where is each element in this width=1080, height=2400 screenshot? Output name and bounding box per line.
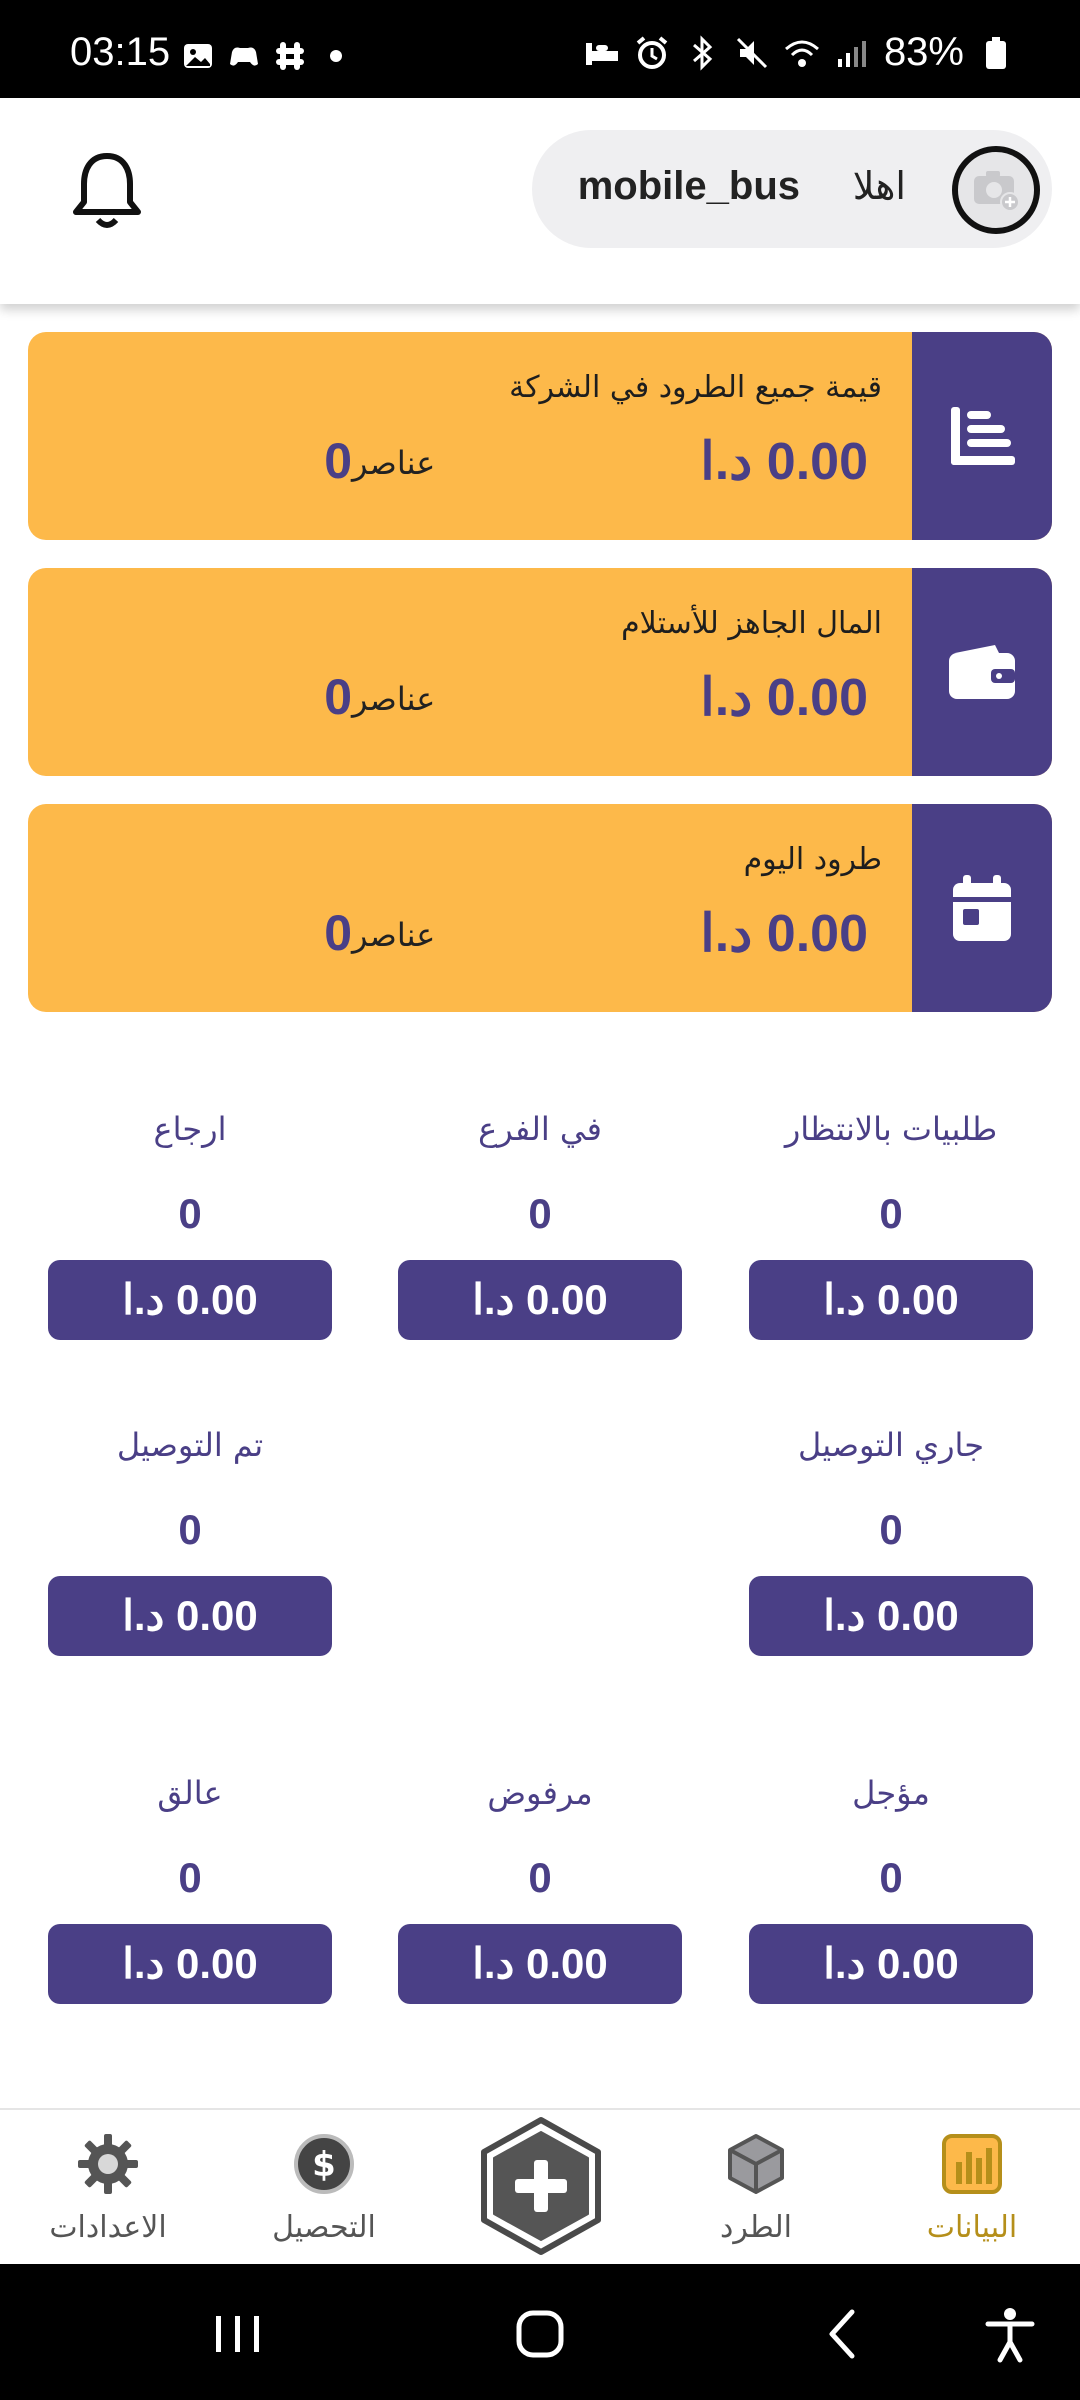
stats-icon — [942, 2134, 1002, 2194]
sleep-icon — [585, 42, 618, 65]
box-icon — [728, 2134, 784, 2194]
stat-label: جاري التوصيل — [797, 1426, 985, 1464]
system-icons: 83% — [584, 30, 1014, 75]
stat-label: في الفرع — [478, 1110, 602, 1148]
card-amount: 0.00 د.ا — [700, 905, 868, 963]
stat-stuck: عالق 0 0.00 د.ا — [48, 1774, 332, 2004]
stat-amount-button[interactable]: 0.00 د.ا — [48, 1260, 332, 1340]
summary-card-ready-money[interactable]: المال الجاهز للأستلام 0.00 د.ا 0 عناصر — [28, 568, 1052, 776]
card-icon-panel — [912, 332, 1052, 540]
add-photo-icon — [974, 171, 1020, 212]
stat-label: عالق — [157, 1774, 223, 1812]
avatar[interactable] — [952, 146, 1040, 234]
card-items-label: عناصر — [352, 680, 436, 718]
stat-count: 0 — [879, 1190, 903, 1237]
card-items-count: 0 — [324, 905, 352, 961]
nav-collection[interactable]: $ التحصيل — [234, 2124, 414, 2264]
alarm-icon — [636, 35, 668, 69]
card-amount: 0.00 د.ا — [700, 669, 868, 727]
stat-amount-button[interactable]: 0.00 د.ا — [48, 1924, 332, 2004]
recents-icon[interactable] — [208, 2304, 268, 2364]
card-icon-panel — [912, 568, 1052, 776]
stat-delivered: تم التوصيل 0 0.00 د.ا — [48, 1426, 332, 1656]
card-items-label: عناصر — [352, 444, 436, 482]
wifi-icon — [784, 40, 819, 67]
nav-data[interactable]: البيانات — [882, 2124, 1062, 2264]
username: mobile_bus — [577, 164, 800, 208]
status-time: 03:15 — [70, 30, 171, 74]
card-items-count: 0 — [324, 433, 352, 489]
nav-label: التحصيل — [272, 2210, 376, 2245]
game-icon — [228, 40, 260, 72]
dot-icon — [320, 40, 352, 72]
svg-text:$: $ — [312, 2145, 336, 2185]
stat-count: 0 — [879, 1506, 903, 1553]
stat-count: 0 — [178, 1854, 202, 1901]
slack-icon — [274, 40, 306, 72]
back-icon[interactable] — [814, 2304, 874, 2364]
home-icon[interactable] — [510, 2304, 570, 2364]
bell-icon[interactable] — [68, 150, 146, 232]
stat-label: طلبيات بالانتظار — [784, 1110, 998, 1148]
stat-returned: ارجاع 0 0.00 د.ا — [48, 1110, 332, 1340]
bluetooth-icon — [692, 34, 713, 71]
stat-label: مرفوض — [487, 1774, 593, 1812]
profile-pill[interactable]: mobile_bus اهلا — [532, 130, 1052, 248]
nav-label: الاعدادات — [49, 2210, 167, 2245]
stat-pending: طلبيات بالانتظار 0 0.00 د.ا — [749, 1110, 1033, 1340]
stat-count: 0 — [178, 1506, 202, 1553]
card-items-count: 0 — [324, 669, 352, 725]
signal-icon — [837, 40, 866, 67]
gallery-icon — [182, 40, 214, 72]
stat-delivering: جاري التوصيل 0 0.00 د.ا — [749, 1426, 1033, 1656]
stat-amount-button[interactable]: 0.00 د.ا — [749, 1924, 1033, 2004]
gear-icon — [78, 2134, 138, 2194]
stat-amount-button[interactable]: 0.00 د.ا — [398, 1260, 682, 1340]
system-navigation — [0, 2264, 1080, 2400]
stat-amount-button[interactable]: 0.00 د.ا — [749, 1260, 1033, 1340]
summary-card-total-value[interactable]: قيمة جميع الطرود في الشركة 0.00 د.ا 0 عن… — [28, 332, 1052, 540]
stat-rejected: مرفوض 0 0.00 د.ا — [398, 1774, 682, 2004]
card-amount: 0.00 د.ا — [700, 433, 868, 491]
nav-label: البيانات — [926, 2210, 1018, 2245]
summary-card-today[interactable]: طرود اليوم 0.00 د.ا 0 عناصر — [28, 804, 1052, 1012]
stat-label: تم التوصيل — [116, 1426, 264, 1464]
wallet-icon — [949, 645, 1015, 699]
nav-label: الطرد — [720, 2210, 792, 2245]
card-title: المال الجاهز للأستلام — [621, 606, 882, 641]
stat-label: مؤجل — [852, 1774, 930, 1812]
battery-icon — [986, 36, 1006, 69]
stat-amount-button[interactable]: 0.00 د.ا — [398, 1924, 682, 2004]
card-icon-panel — [912, 804, 1052, 1012]
dollar-icon: $ — [294, 2134, 354, 2194]
stat-postponed: مؤجل 0 0.00 د.ا — [749, 1774, 1033, 2004]
accessibility-icon[interactable] — [980, 2304, 1040, 2364]
mute-icon — [736, 37, 767, 68]
notification-icons — [182, 40, 352, 72]
app-header: mobile_bus اهلا — [0, 98, 1080, 304]
card-items-label: عناصر — [352, 916, 436, 954]
stat-count: 0 — [528, 1854, 552, 1901]
bar-chart-icon — [951, 407, 1015, 465]
nav-parcel[interactable]: الطرد — [666, 2124, 846, 2264]
stat-amount-button[interactable]: 0.00 د.ا — [749, 1576, 1033, 1656]
stat-amount-button[interactable]: 0.00 د.ا — [48, 1576, 332, 1656]
stat-label: ارجاع — [153, 1110, 227, 1148]
stat-count: 0 — [528, 1190, 552, 1237]
add-parcel-button[interactable] — [478, 2116, 604, 2256]
stat-in-branch: في الفرع 0 0.00 د.ا — [398, 1110, 682, 1340]
card-title: طرود اليوم — [743, 842, 882, 877]
stat-count: 0 — [178, 1190, 202, 1237]
calendar-icon — [953, 875, 1011, 941]
status-bar: 03:15 83% — [0, 0, 1080, 98]
greeting: اهلا — [852, 164, 906, 208]
card-title: قيمة جميع الطرود في الشركة — [509, 370, 882, 405]
stat-count: 0 — [879, 1854, 903, 1901]
battery-level: 83% — [883, 30, 964, 74]
nav-settings[interactable]: الاعدادات — [18, 2124, 198, 2264]
